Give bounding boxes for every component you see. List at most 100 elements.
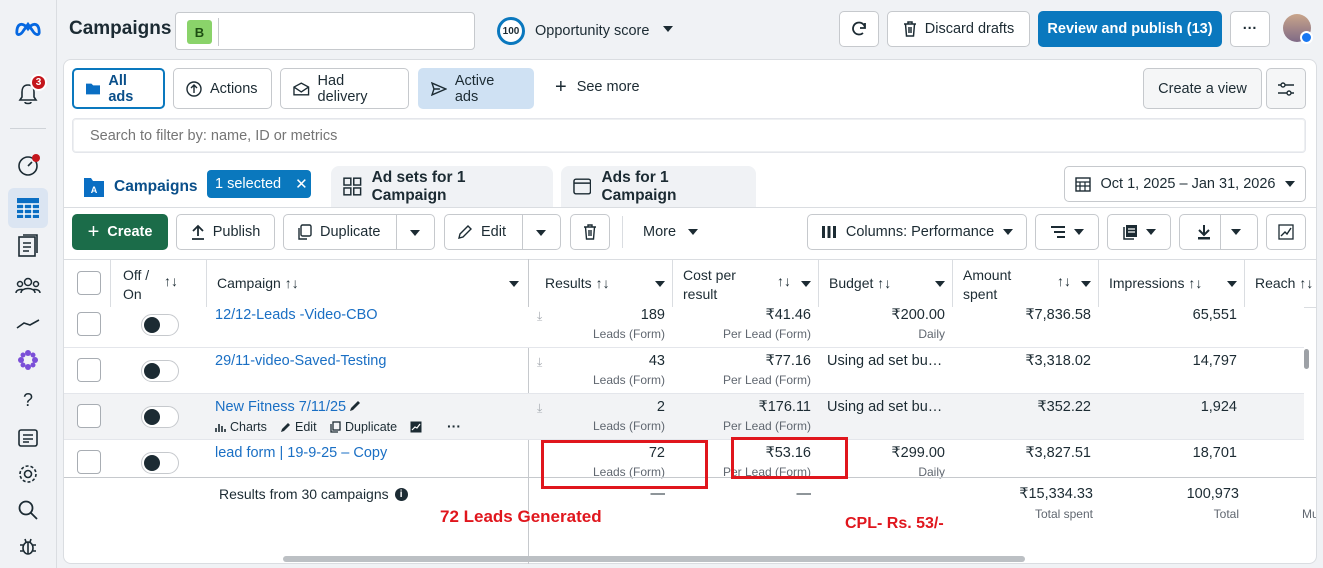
performance-gauge-icon[interactable]: [14, 152, 42, 180]
create-view-button[interactable]: Create a view: [1143, 68, 1262, 109]
create-button[interactable]: + Create: [72, 214, 168, 250]
profile-avatar[interactable]: [1283, 14, 1313, 44]
chevron-down-icon[interactable]: [1227, 281, 1237, 287]
row-divider: [64, 347, 1304, 348]
more-actions-dropdown[interactable]: More: [643, 224, 699, 240]
view-settings-button[interactable]: [1266, 68, 1306, 109]
chevron-down-icon[interactable]: [536, 230, 546, 236]
sort-icon[interactable]: ↑↓: [164, 273, 178, 289]
bug-report-icon[interactable]: [14, 532, 42, 560]
select-all-checkbox[interactable]: [77, 271, 101, 295]
see-more-filters[interactable]: + See more: [555, 77, 640, 97]
chevron-down-icon[interactable]: [655, 281, 665, 287]
more-options-button[interactable]: ···: [1230, 11, 1270, 47]
split-divider: [396, 215, 397, 249]
filter-active-ads[interactable]: Active ads: [418, 68, 534, 109]
sort-icon[interactable]: ↑↓: [777, 273, 791, 289]
row-action-edit[interactable]: Edit: [280, 420, 317, 434]
columns-dropdown[interactable]: Columns: Performance: [807, 214, 1027, 250]
campaign-name-link[interactable]: 12/12-Leads -Video-CBO: [215, 307, 378, 323]
reports-dropdown[interactable]: [1107, 214, 1171, 250]
campaign-name-link[interactable]: lead form | 19-9-25 – Copy: [215, 445, 387, 461]
row-checkbox[interactable]: [77, 450, 101, 474]
help-icon[interactable]: ?: [14, 386, 42, 414]
results-value: 2: [656, 399, 665, 415]
meta-logo-icon[interactable]: [14, 14, 42, 42]
date-range-picker[interactable]: Oct 1, 2025 – Jan 31, 2026: [1064, 166, 1306, 202]
col-divider: [1244, 259, 1245, 307]
filter-had-delivery[interactable]: Had delivery: [280, 68, 409, 109]
chevron-down-icon[interactable]: [509, 281, 519, 287]
review-and-publish-button[interactable]: Review and publish (13): [1038, 11, 1222, 47]
export-dropdown[interactable]: [1179, 214, 1258, 250]
publish-button[interactable]: Publish: [176, 214, 275, 250]
campaign-toggle[interactable]: [141, 452, 179, 474]
campaign-name-link[interactable]: 29/11-video-Saved-Testing: [215, 353, 386, 369]
analytics-trend-icon[interactable]: [14, 310, 42, 338]
row-checkbox[interactable]: [77, 312, 101, 336]
header-cost-per-result[interactable]: Cost per result: [683, 266, 736, 304]
filter-all-ads[interactable]: All ads: [72, 68, 165, 109]
header-budget[interactable]: Budget ↑↓: [829, 259, 891, 307]
header-impressions[interactable]: Impressions ↑↓: [1109, 259, 1202, 307]
campaign-name-link[interactable]: New Fitness 7/11/25: [215, 399, 346, 415]
reports-icon[interactable]: [14, 232, 42, 260]
breakdown-dropdown[interactable]: [1035, 214, 1099, 250]
header-amount-spent[interactable]: Amount spent: [963, 266, 1011, 304]
page-title: Campaigns: [69, 18, 172, 39]
chevron-down-icon[interactable]: [410, 230, 420, 236]
search-filter-box[interactable]: [72, 118, 1306, 153]
vertical-scrollbar-thumb[interactable]: [1304, 349, 1309, 369]
row-action-trend-icon[interactable]: [410, 421, 422, 433]
row-action-duplicate[interactable]: Duplicate: [330, 420, 397, 434]
settings-gear-icon[interactable]: [14, 460, 42, 488]
header-reach[interactable]: Reach ↑↓: [1255, 259, 1316, 307]
search-input[interactable]: [73, 119, 1305, 152]
tab-ad-sets[interactable]: Ad sets for 1 Campaign: [331, 166, 553, 207]
tab-ads[interactable]: Ads for 1 Campaign: [561, 166, 756, 207]
apps-flower-icon[interactable]: [14, 346, 42, 374]
search-icon[interactable]: [14, 496, 42, 524]
header-results[interactable]: Results ↑↓: [545, 259, 610, 307]
chevron-down-icon[interactable]: [1081, 281, 1091, 287]
impressions-value: 65,551: [1192, 307, 1237, 323]
horizontal-scrollbar-thumb[interactable]: [283, 556, 1025, 562]
ads-manager-table-icon[interactable]: [8, 188, 48, 228]
row-action-charts[interactable]: Charts: [215, 420, 267, 434]
campaign-toggle[interactable]: [141, 406, 179, 428]
row-checkbox[interactable]: [77, 404, 101, 428]
chevron-down-icon[interactable]: [801, 281, 811, 287]
delete-button[interactable]: [570, 214, 610, 250]
info-icon[interactable]: i: [394, 487, 408, 501]
chevron-down-icon: [1285, 181, 1296, 187]
facebook-badge-icon: [1300, 31, 1313, 44]
charts-button[interactable]: [1266, 214, 1306, 250]
selected-count-chip[interactable]: 1 selected ✕: [207, 170, 311, 198]
header-campaign[interactable]: Campaign ↑↓: [217, 259, 299, 307]
edit-button[interactable]: Edit: [444, 214, 561, 250]
rename-pencil-icon[interactable]: [349, 399, 362, 412]
audiences-icon[interactable]: [14, 272, 42, 300]
account-selector[interactable]: B: [175, 12, 475, 50]
discard-drafts-button[interactable]: Discard drafts: [887, 11, 1030, 47]
results-type: Leads (Form): [592, 327, 665, 341]
chevron-down-icon: [1230, 229, 1241, 235]
refresh-button[interactable]: [839, 11, 879, 47]
row-more-icon[interactable]: ···: [447, 418, 461, 434]
opportunity-score-label[interactable]: Opportunity score: [535, 23, 649, 39]
campaign-toggle[interactable]: [141, 314, 179, 336]
report-stack-icon: [1123, 225, 1137, 240]
calendar-icon: [1074, 177, 1091, 192]
header-off-on[interactable]: Off / On: [123, 266, 149, 304]
chevron-down-icon[interactable]: [935, 281, 945, 287]
cpl-annotation: CPL- Rs. 53/-: [845, 515, 944, 532]
sort-icon[interactable]: ↑↓: [1057, 273, 1071, 289]
chevron-down-icon: [688, 229, 699, 235]
row-checkbox[interactable]: [77, 358, 101, 382]
duplicate-button[interactable]: Duplicate: [283, 214, 435, 250]
chevron-down-icon[interactable]: [663, 26, 673, 32]
news-feed-icon[interactable]: [14, 424, 42, 452]
filter-actions[interactable]: Actions: [173, 68, 272, 109]
clear-selection-icon[interactable]: ✕: [295, 175, 308, 193]
campaign-toggle[interactable]: [141, 360, 179, 382]
